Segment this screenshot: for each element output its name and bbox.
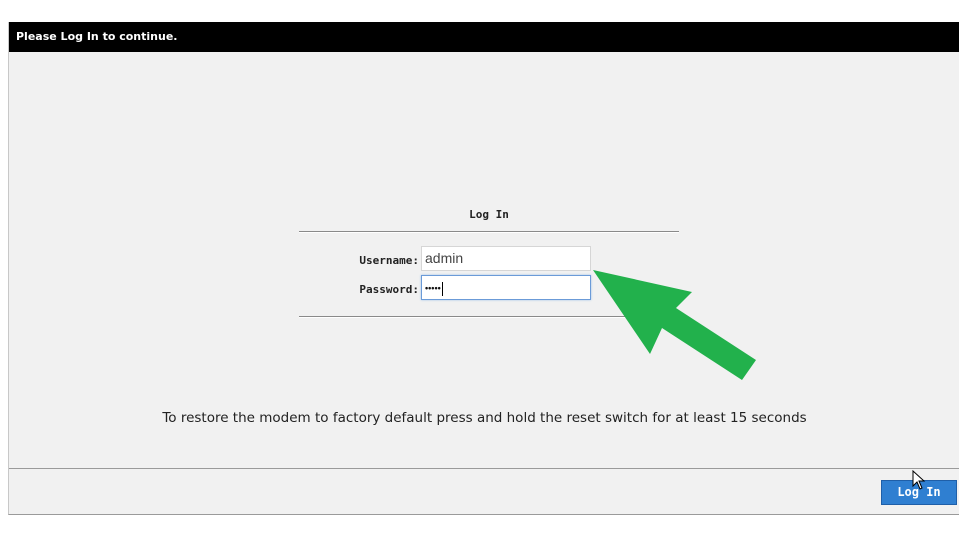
login-page: Please Log In to continue. Log In Userna… — [8, 22, 959, 515]
username-label: Username: — [359, 254, 419, 267]
green-arrow-icon — [593, 270, 756, 380]
password-label: Password: — [359, 283, 419, 296]
form-top-divider — [299, 231, 679, 233]
footer-divider — [9, 468, 959, 469]
login-heading: Log In — [469, 208, 509, 221]
username-value: admin — [425, 250, 464, 266]
username-input[interactable]: admin — [421, 246, 591, 271]
factory-reset-notice: To restore the modem to factory default … — [162, 410, 807, 426]
password-input[interactable]: ••••• — [421, 275, 591, 300]
password-value: ••••• — [425, 283, 441, 293]
text-caret — [441, 281, 443, 296]
mouse-cursor-icon — [912, 470, 926, 490]
page-title-bar: Please Log In to continue. — [9, 22, 959, 52]
